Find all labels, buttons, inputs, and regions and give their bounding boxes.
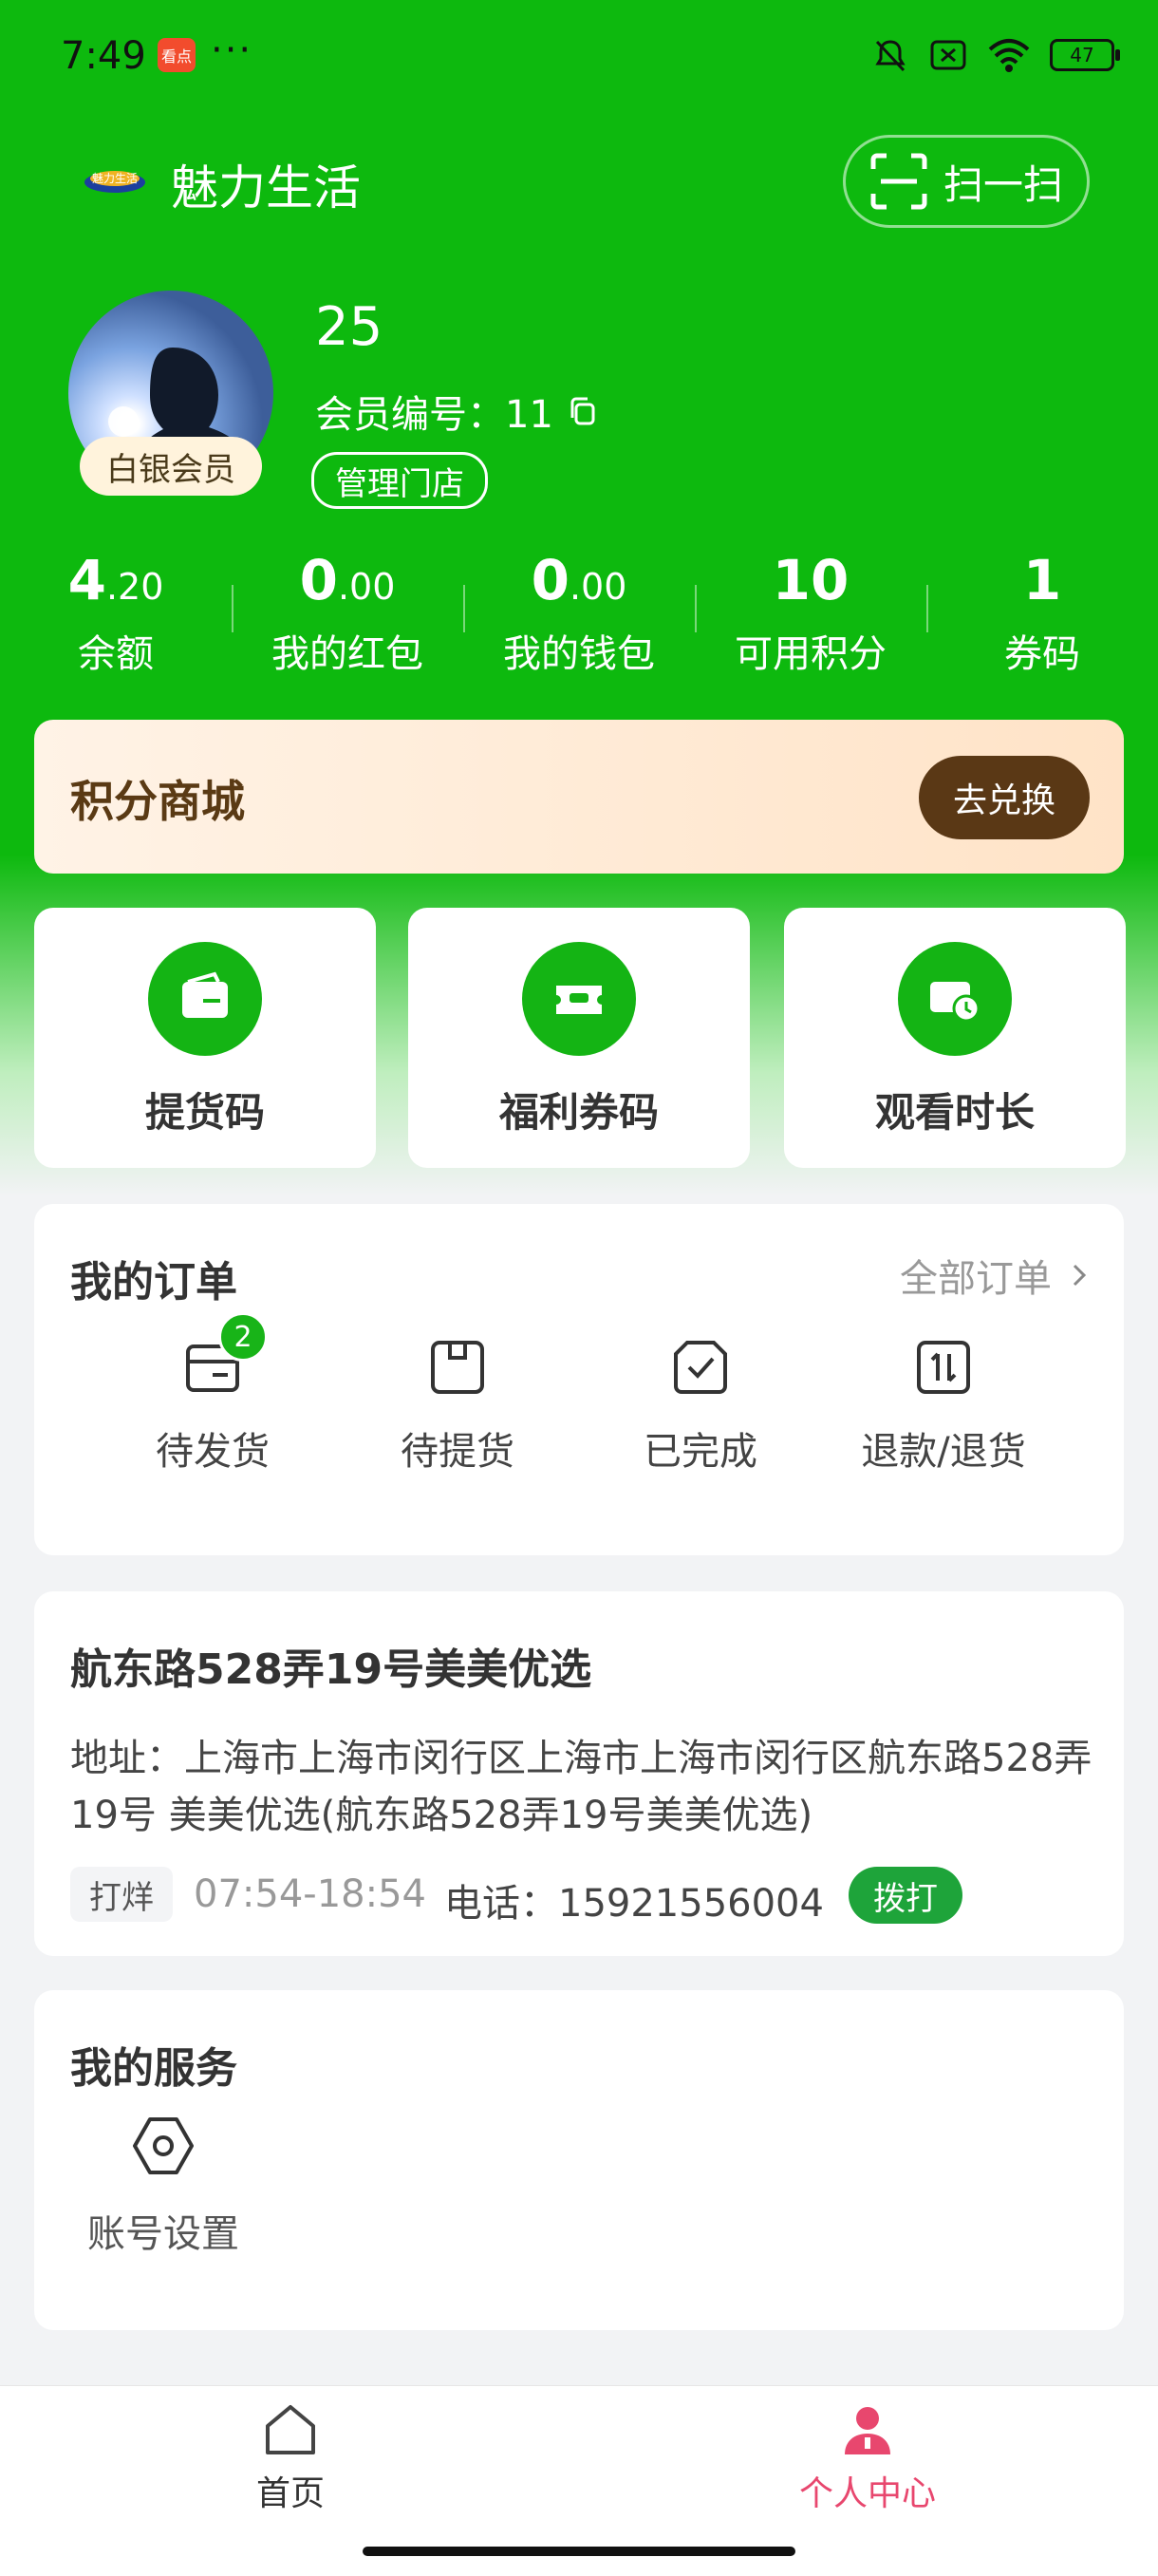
points-mall-banner[interactable]: 积分商城 去兑换 xyxy=(34,720,1124,874)
nav-label: 个人中心 xyxy=(798,2474,936,2513)
settings-icon xyxy=(133,2117,194,2174)
stat-value-int: 10 xyxy=(772,548,850,612)
stat-label: 余额 xyxy=(78,632,154,676)
stats-row: 4.20 余额 0.00 我的红包 0.00 我的钱包 10 可用积分 1 券码 xyxy=(0,547,1158,689)
pending-pickup-icon xyxy=(431,1341,484,1394)
home-indicator xyxy=(363,2547,795,2556)
stat-value: 4.20 xyxy=(68,547,164,613)
status-icons: 47 xyxy=(871,34,1120,76)
scan-label: 扫一扫 xyxy=(943,160,1063,208)
quick-action-coupon-code[interactable]: 福利券码 xyxy=(408,908,750,1168)
sim-off-icon xyxy=(930,40,966,70)
nav-home[interactable]: 首页 xyxy=(177,2401,404,2515)
store-name: 航东路528弄19号美美优选 xyxy=(70,1645,592,1694)
more-notifications-indicator: ··· xyxy=(211,28,253,72)
battery-icon: 47 xyxy=(1050,39,1120,71)
store-address: 地址：上海市上海市闵行区上海市上海市闵行区航东路528弄19号 美美优选(航东路… xyxy=(70,1737,1093,1837)
order-label: 退款/退货 xyxy=(861,1430,1026,1474)
brand-logo: 魅力生活 xyxy=(84,171,145,193)
services-title: 我的服务 xyxy=(70,2044,237,2093)
profile-name: 25 xyxy=(315,296,383,358)
all-orders-link[interactable]: 全部订单 xyxy=(900,1248,1088,1303)
scan-button[interactable]: 扫一扫 xyxy=(843,135,1090,228)
stat-value: 0.00 xyxy=(532,547,627,613)
order-label: 已完成 xyxy=(644,1430,757,1474)
quick-action-icon-bg xyxy=(898,942,1012,1056)
stat-wallet[interactable]: 0.00 我的钱包 xyxy=(463,547,695,689)
wallet-icon xyxy=(182,971,228,1018)
stat-value: 0.00 xyxy=(300,547,396,613)
completed-icon xyxy=(674,1341,727,1394)
member-number-text: 会员编号：11 xyxy=(315,393,553,437)
notification-app-icon: 看点 xyxy=(158,38,196,72)
stat-value: 1 xyxy=(1023,547,1061,613)
order-pending-pickup[interactable]: 待提货 xyxy=(353,1337,562,1476)
all-orders-label: 全部订单 xyxy=(900,1257,1052,1301)
stat-red-packet[interactable]: 0.00 我的红包 xyxy=(232,547,463,689)
stat-balance[interactable]: 4.20 余额 xyxy=(0,547,232,689)
order-icon-wrap xyxy=(670,1337,731,1398)
points-mall-title: 积分商城 xyxy=(70,776,245,827)
stat-value-int: 4 xyxy=(67,548,106,612)
stat-value-dec: .00 xyxy=(337,566,396,608)
order-icon-wrap xyxy=(913,1337,974,1398)
redeem-button[interactable]: 去兑换 xyxy=(919,756,1090,839)
quick-action-label: 福利券码 xyxy=(498,1089,659,1136)
orders-card: 我的订单 全部订单 2 待发货 待提货 已完成 退款/退货 xyxy=(34,1204,1124,1555)
store-status-tag: 打烊 xyxy=(70,1867,173,1922)
stat-coupons[interactable]: 1 券码 xyxy=(926,547,1158,689)
service-account-settings[interactable]: 账号设置 xyxy=(68,2114,258,2258)
quick-action-label: 观看时长 xyxy=(874,1089,1035,1136)
quick-action-icon-bg xyxy=(148,942,262,1056)
copy-icon[interactable] xyxy=(567,395,597,427)
status-time: 7:49 xyxy=(61,34,146,78)
stat-points[interactable]: 10 可用积分 xyxy=(695,547,926,689)
refund-icon xyxy=(917,1341,970,1394)
order-label: 待发货 xyxy=(156,1430,270,1474)
stat-label: 券码 xyxy=(1004,632,1080,676)
member-level-badge: 白银会员 xyxy=(80,437,262,496)
quick-action-label: 提货码 xyxy=(144,1089,265,1136)
service-label: 账号设置 xyxy=(87,2212,239,2256)
stat-value-int: 0 xyxy=(531,548,570,612)
member-number: 会员编号：11 xyxy=(315,384,597,439)
services-card: 我的服务 账号设置 xyxy=(34,1990,1124,2330)
app-title: 魅力生活 xyxy=(171,160,361,216)
quick-action-icon-bg xyxy=(522,942,636,1056)
order-completed[interactable]: 已完成 xyxy=(596,1337,805,1476)
stat-value-int: 0 xyxy=(299,548,338,612)
quick-action-pickup-code[interactable]: 提货码 xyxy=(34,908,376,1168)
store-hours: 07:54-18:54 xyxy=(194,1872,426,1916)
order-count-badge: 2 xyxy=(218,1312,268,1362)
stat-value-dec: .20 xyxy=(105,566,164,608)
home-icon xyxy=(266,2405,315,2454)
nav-label: 首页 xyxy=(255,2474,325,2513)
order-refund[interactable]: 退款/退货 xyxy=(839,1337,1048,1476)
orders-title: 我的订单 xyxy=(70,1258,237,1307)
nav-profile[interactable]: 个人中心 xyxy=(754,2401,981,2515)
call-button[interactable]: 拨打 xyxy=(849,1867,962,1924)
logo-text: 魅力生活 xyxy=(92,171,138,185)
stat-label: 可用积分 xyxy=(735,632,887,676)
stat-value: 10 xyxy=(773,547,850,613)
wifi-icon xyxy=(988,39,1030,72)
quick-action-watch-time[interactable]: 观看时长 xyxy=(784,908,1126,1168)
stat-value-dec: .00 xyxy=(569,566,627,608)
order-label: 待提货 xyxy=(401,1430,514,1474)
stat-label: 我的红包 xyxy=(271,632,423,676)
order-icon-wrap: 2 xyxy=(182,1312,268,1398)
video-clock-icon xyxy=(930,982,981,1023)
order-pending-ship[interactable]: 2 待发货 xyxy=(108,1312,317,1476)
order-icon-wrap xyxy=(427,1337,488,1398)
stat-label: 我的钱包 xyxy=(503,632,655,676)
manage-store-button[interactable]: 管理门店 xyxy=(311,452,488,509)
scan-icon xyxy=(870,153,927,210)
user-icon xyxy=(845,2407,890,2454)
coupon-icon xyxy=(556,986,602,1014)
chevron-right-icon xyxy=(1073,1264,1087,1287)
store-phone: 电话：15921556004 xyxy=(444,1882,824,1926)
stat-value-int: 1 xyxy=(1022,548,1062,612)
store-card: 航东路528弄19号美美优选 地址：上海市上海市闵行区上海市上海市闵行区航东路5… xyxy=(34,1591,1124,1956)
mute-icon xyxy=(875,40,906,72)
